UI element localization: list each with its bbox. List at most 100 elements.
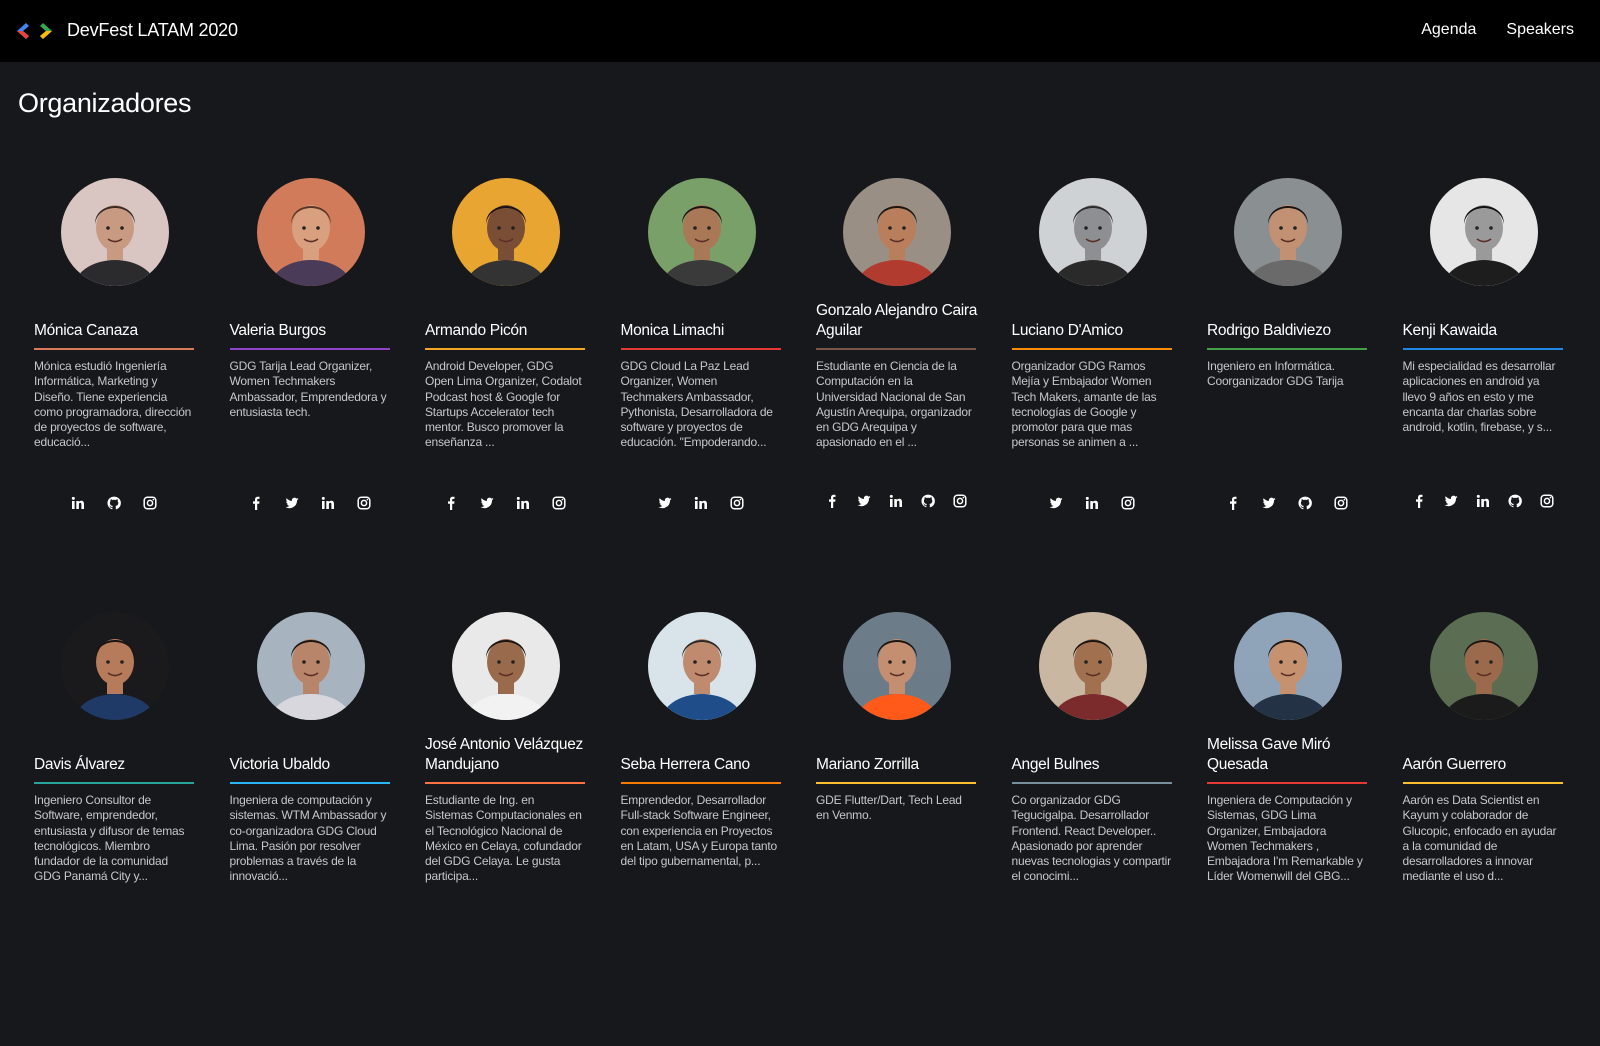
organizer-bio: Ingeniera de computación y sistemas. WTM… [229, 793, 387, 884]
instagram-icon[interactable] [142, 494, 159, 511]
instagram-icon[interactable] [355, 494, 372, 511]
organizer-card[interactable]: Seba Herrera Cano Emprendedor, Desarrolla… [620, 612, 781, 1046]
linkedin-icon[interactable] [319, 494, 336, 511]
organizer-card[interactable]: Valeria Burgos GDG Tarija Lead Organizer,… [229, 178, 390, 612]
organizer-card[interactable]: Mariano Zorrilla GDE Flutter/Dart, Tech L… [816, 612, 976, 1046]
twitter-icon[interactable] [283, 494, 300, 511]
avatar[interactable] [1234, 178, 1342, 286]
organizer-card[interactable]: José Antonio Velázquez Mandujano Estudian… [425, 612, 585, 1046]
organizer-name[interactable]: Angel Bulnes [1012, 755, 1100, 775]
avatar[interactable] [647, 178, 756, 286]
avatar[interactable] [61, 178, 169, 286]
twitter-icon[interactable] [656, 494, 673, 511]
organizer-name-container: Valeria Burgos [230, 296, 395, 340]
avatar[interactable] [256, 178, 365, 286]
github-icon[interactable] [920, 492, 937, 509]
organizer-card[interactable]: Aarón Guerrero Aarón es Data Scientist en… [1402, 612, 1563, 1046]
organizer-card[interactable]: Mónica Canaza Mónica estudió Ingeniería I… [34, 178, 194, 612]
top-nav: Agenda Speakers [1421, 21, 1574, 39]
organizer-card[interactable]: Angel Bulnes Co organizador GDG Tegucigal… [1011, 612, 1172, 1046]
brand-title[interactable]: DevFest LATAM 2020 [67, 20, 238, 41]
organizer-name-container: Melissa Gave Miró Quesada [1207, 730, 1372, 774]
social-links [816, 492, 976, 509]
avatar[interactable] [256, 612, 365, 720]
organizer-name[interactable]: Aarón Guerrero [1403, 755, 1507, 775]
organizer-name[interactable]: Davis Álvarez [34, 755, 125, 775]
organizer-card[interactable]: Monica Limachi GDG Cloud La Paz Lead Orga… [620, 178, 781, 612]
accent-divider [34, 782, 194, 784]
organizer-card[interactable]: Melissa Gave Miró Quesada Ingeniera de Co… [1207, 612, 1367, 1046]
organizer-name[interactable]: Luciano D'Amico [1012, 321, 1124, 341]
facebook-icon[interactable] [1410, 492, 1427, 509]
twitter-icon[interactable] [1261, 494, 1278, 511]
github-icon[interactable] [106, 494, 123, 511]
instagram-icon[interactable] [551, 494, 568, 511]
organizer-bio: Ingeniera de Computación y Sistemas, GDG… [1207, 793, 1363, 884]
linkedin-icon[interactable] [888, 492, 905, 509]
organizer-card[interactable]: Luciano D'Amico Organizador GDG Ramos Mej… [1011, 178, 1172, 612]
linkedin-icon[interactable] [692, 494, 709, 511]
linkedin-icon[interactable] [70, 494, 87, 511]
organizers-grid: Mónica Canaza Mónica estudió Ingeniería I… [34, 178, 1574, 1046]
organizer-card[interactable]: Kenji Kawaida Mi especialidad es desarrol… [1402, 178, 1563, 612]
organizer-name-container: Seba Herrera Cano [621, 730, 786, 774]
twitter-icon[interactable] [1047, 494, 1064, 511]
avatar[interactable] [1234, 612, 1342, 720]
avatar[interactable] [452, 178, 560, 286]
organizer-name[interactable]: Armando Picón [425, 321, 527, 341]
avatar[interactable] [1038, 612, 1147, 720]
organizer-card[interactable]: Armando Picón Android Developer, GDG Open… [425, 178, 585, 612]
avatar[interactable] [843, 612, 951, 720]
organizer-name[interactable]: Kenji Kawaida [1403, 321, 1498, 341]
nav-link-agenda[interactable]: Agenda [1421, 21, 1476, 39]
github-icon[interactable] [1506, 492, 1523, 509]
organizer-name-container: Luciano D'Amico [1012, 296, 1177, 340]
organizer-name[interactable]: Victoria Ubaldo [230, 755, 331, 775]
organizer-name[interactable]: Mónica Canaza [34, 321, 138, 341]
facebook-icon[interactable] [247, 494, 264, 511]
facebook-icon[interactable] [824, 492, 841, 509]
organizer-name-container: Aarón Guerrero [1403, 730, 1568, 774]
linkedin-icon[interactable] [1083, 494, 1100, 511]
avatar[interactable] [452, 612, 560, 720]
organizer-name[interactable]: Mariano Zorrilla [816, 755, 919, 775]
nav-link-speakers[interactable]: Speakers [1506, 21, 1574, 39]
organizer-bio: Ingeniero en Informática. Coorganizador … [1207, 359, 1344, 389]
organizer-name[interactable]: José Antonio Velázquez Mandujano [425, 735, 590, 774]
organizer-name[interactable]: Monica Limachi [621, 321, 725, 341]
organizer-card[interactable]: Rodrigo Baldiviezo Ingeniero en Informáti… [1207, 178, 1367, 612]
devfest-logo-icon[interactable] [16, 22, 54, 40]
avatar[interactable] [1038, 178, 1147, 286]
organizer-card[interactable]: Gonzalo Alejandro Caira Aguilar Estudiant… [816, 178, 977, 612]
organizer-card[interactable]: Victoria Ubaldo Ingeniera de computación … [229, 612, 390, 1046]
social-links [1403, 492, 1563, 509]
social-links [34, 494, 194, 511]
instagram-icon[interactable] [1333, 494, 1350, 511]
organizer-name[interactable]: Valeria Burgos [230, 321, 327, 341]
instagram-icon[interactable] [1119, 494, 1136, 511]
avatar[interactable] [647, 612, 756, 720]
organizer-name[interactable]: Rodrigo Baldiviezo [1207, 321, 1331, 341]
avatar[interactable] [1429, 612, 1538, 720]
organizer-name[interactable]: Melissa Gave Miró Quesada [1207, 735, 1372, 774]
organizer-name-container: Mónica Canaza [34, 296, 199, 340]
avatar[interactable] [61, 612, 169, 720]
accent-divider [229, 348, 390, 350]
organizer-name[interactable]: Gonzalo Alejandro Caira Aguilar [816, 301, 981, 340]
twitter-icon[interactable] [479, 494, 496, 511]
twitter-icon[interactable] [856, 492, 873, 509]
facebook-icon[interactable] [1225, 494, 1242, 511]
instagram-icon[interactable] [728, 494, 745, 511]
linkedin-icon[interactable] [515, 494, 532, 511]
facebook-icon[interactable] [443, 494, 460, 511]
twitter-icon[interactable] [1442, 492, 1459, 509]
avatar[interactable] [843, 178, 951, 286]
organizer-name[interactable]: Seba Herrera Cano [621, 755, 751, 775]
github-icon[interactable] [1297, 494, 1314, 511]
organizer-card[interactable]: Davis Álvarez Ingeniero Consultor de Soft… [34, 612, 194, 1046]
linkedin-icon[interactable] [1474, 492, 1491, 509]
instagram-icon[interactable] [952, 492, 969, 509]
organizer-name-container: Victoria Ubaldo [230, 730, 395, 774]
instagram-icon[interactable] [1538, 492, 1555, 509]
avatar[interactable] [1429, 178, 1538, 286]
